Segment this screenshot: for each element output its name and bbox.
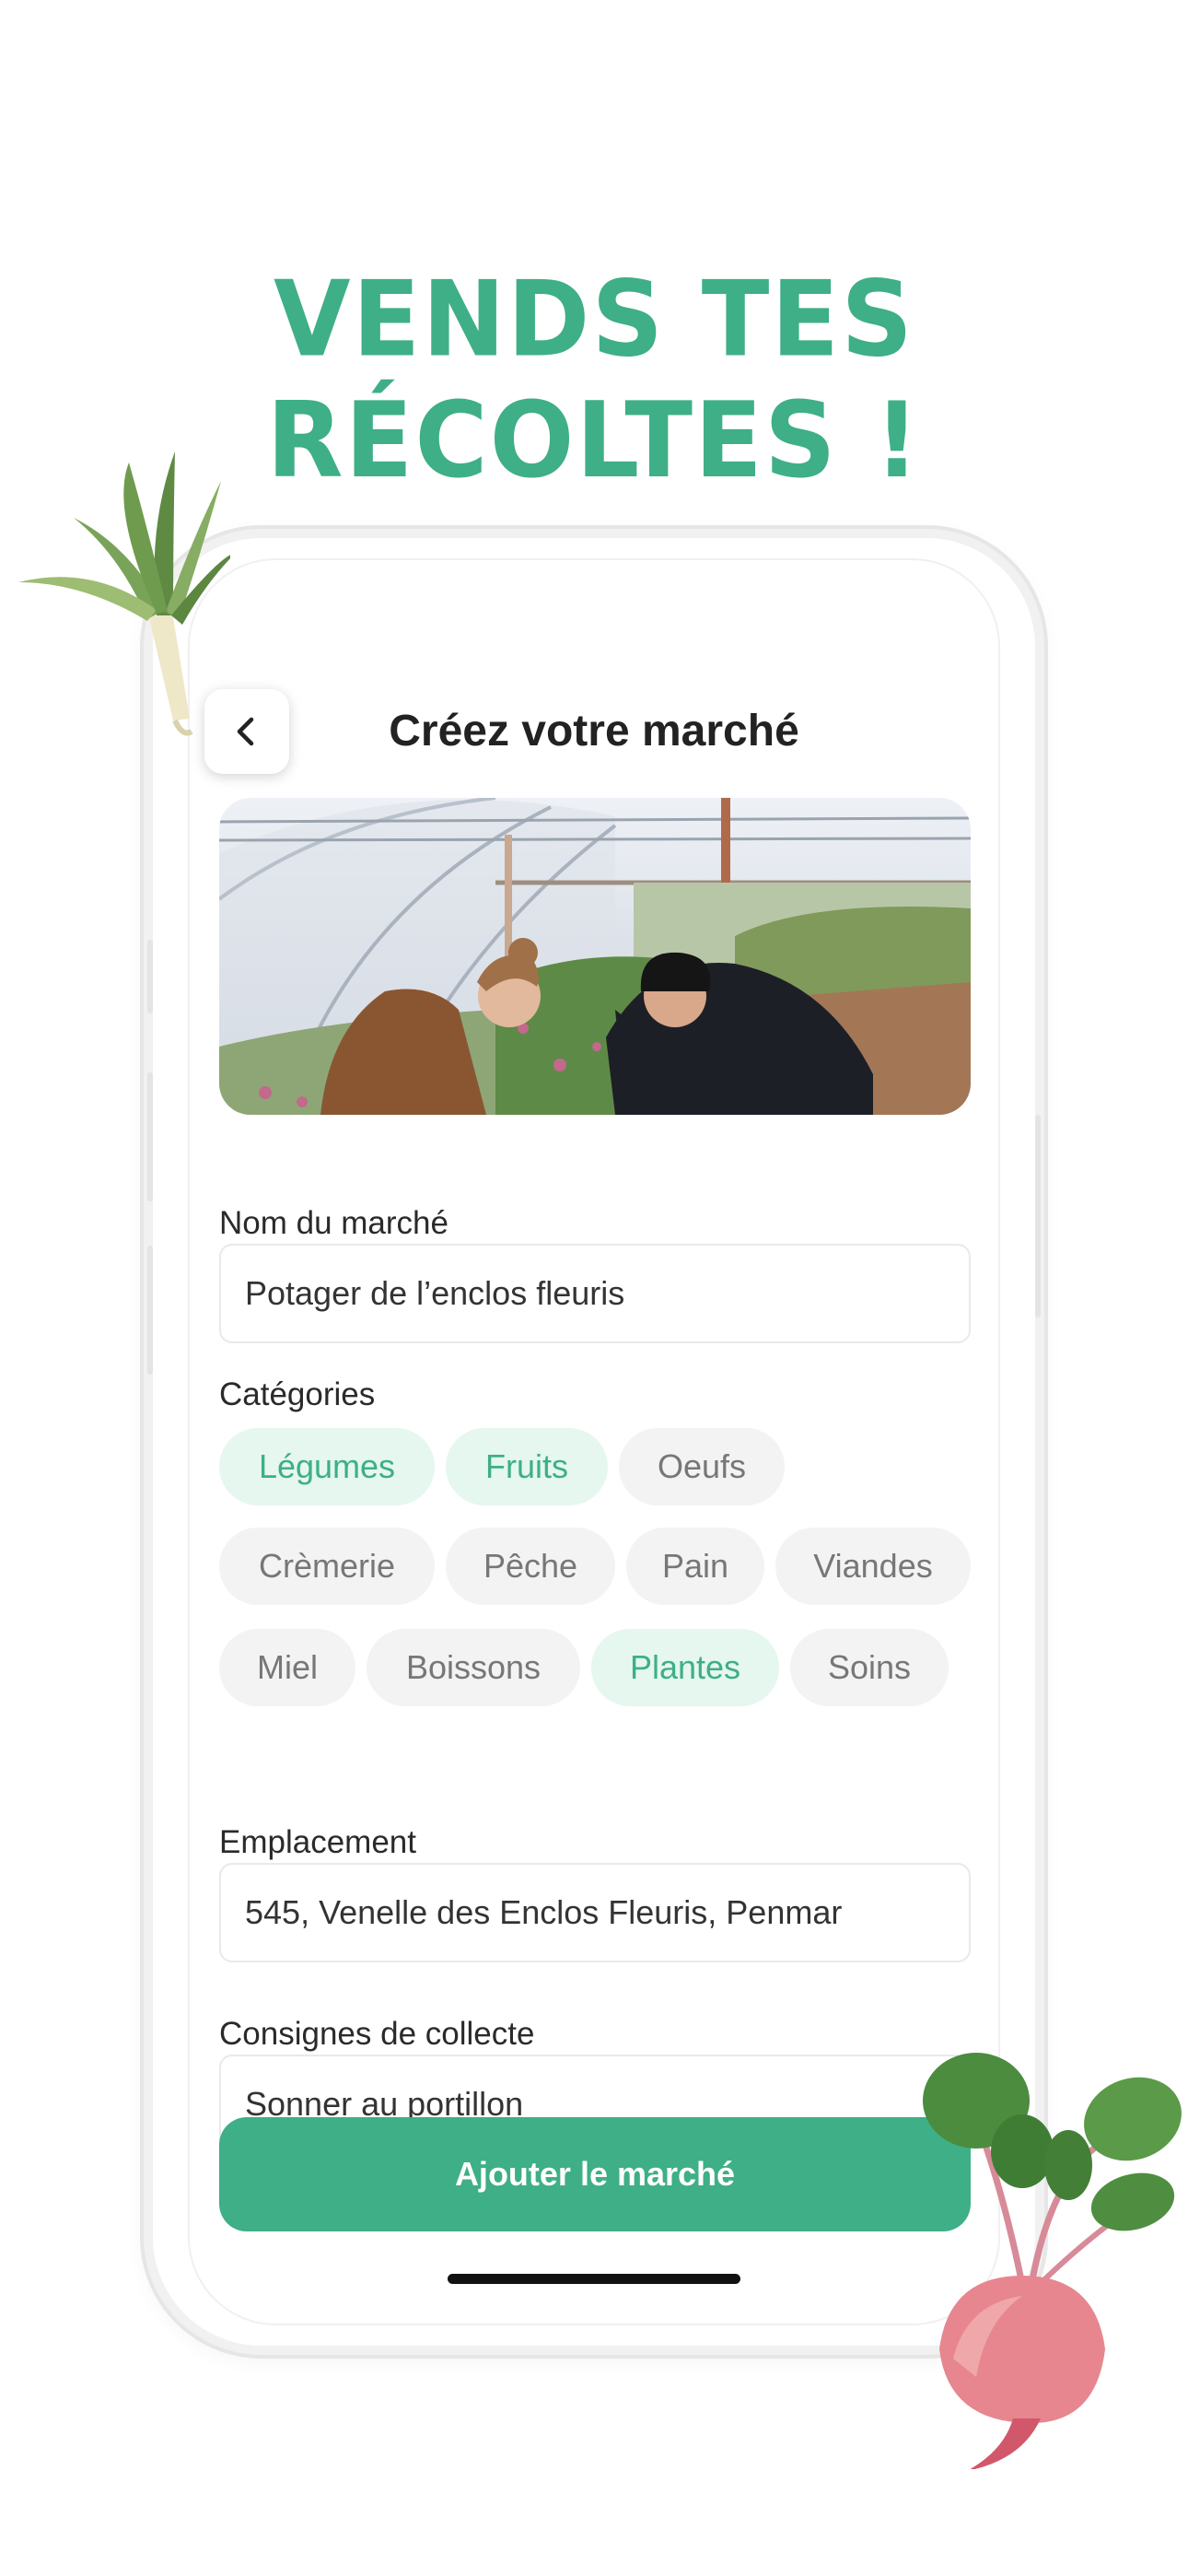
- location-label: Emplacement: [219, 1824, 416, 1860]
- chip-fruits[interactable]: Fruits: [446, 1428, 608, 1505]
- location-field[interactable]: 545, Venelle des Enclos Fleuris, Penmar: [219, 1863, 971, 1962]
- page-title: Créez votre marché: [389, 707, 799, 755]
- pickup-label: Consignes de collecte: [219, 2016, 535, 2052]
- phone-mockup: Créez votre marché Nom du marché Potager…: [147, 538, 1041, 2346]
- leek-illustration: [18, 451, 230, 736]
- chip-boissons[interactable]: Boissons: [367, 1629, 580, 1706]
- home-indicator: [448, 2274, 740, 2284]
- greenhouse-photo: [219, 798, 971, 1115]
- chip-soins[interactable]: Soins: [790, 1629, 949, 1706]
- chip-oeufs[interactable]: Oeufs: [619, 1428, 785, 1505]
- chip-cremerie[interactable]: Crèmerie: [219, 1528, 435, 1605]
- market-name-field[interactable]: Potager de l’enclos fleuris: [219, 1244, 971, 1343]
- chip-peche[interactable]: Pêche: [446, 1528, 615, 1605]
- chip-plantes[interactable]: Plantes: [591, 1629, 779, 1706]
- add-market-button[interactable]: Ajouter le marché: [219, 2117, 971, 2231]
- chip-miel[interactable]: Miel: [219, 1629, 355, 1706]
- radish-illustration: [923, 2053, 1182, 2469]
- market-name-label: Nom du marché: [219, 1205, 448, 1241]
- app-screen: Créez votre marché Nom du marché Potager…: [188, 558, 1000, 2325]
- categories-label: Catégories: [219, 1376, 376, 1412]
- chip-pain[interactable]: Pain: [626, 1528, 764, 1605]
- chip-viandes[interactable]: Viandes: [775, 1528, 971, 1605]
- chip-legumes[interactable]: Légumes: [219, 1428, 435, 1505]
